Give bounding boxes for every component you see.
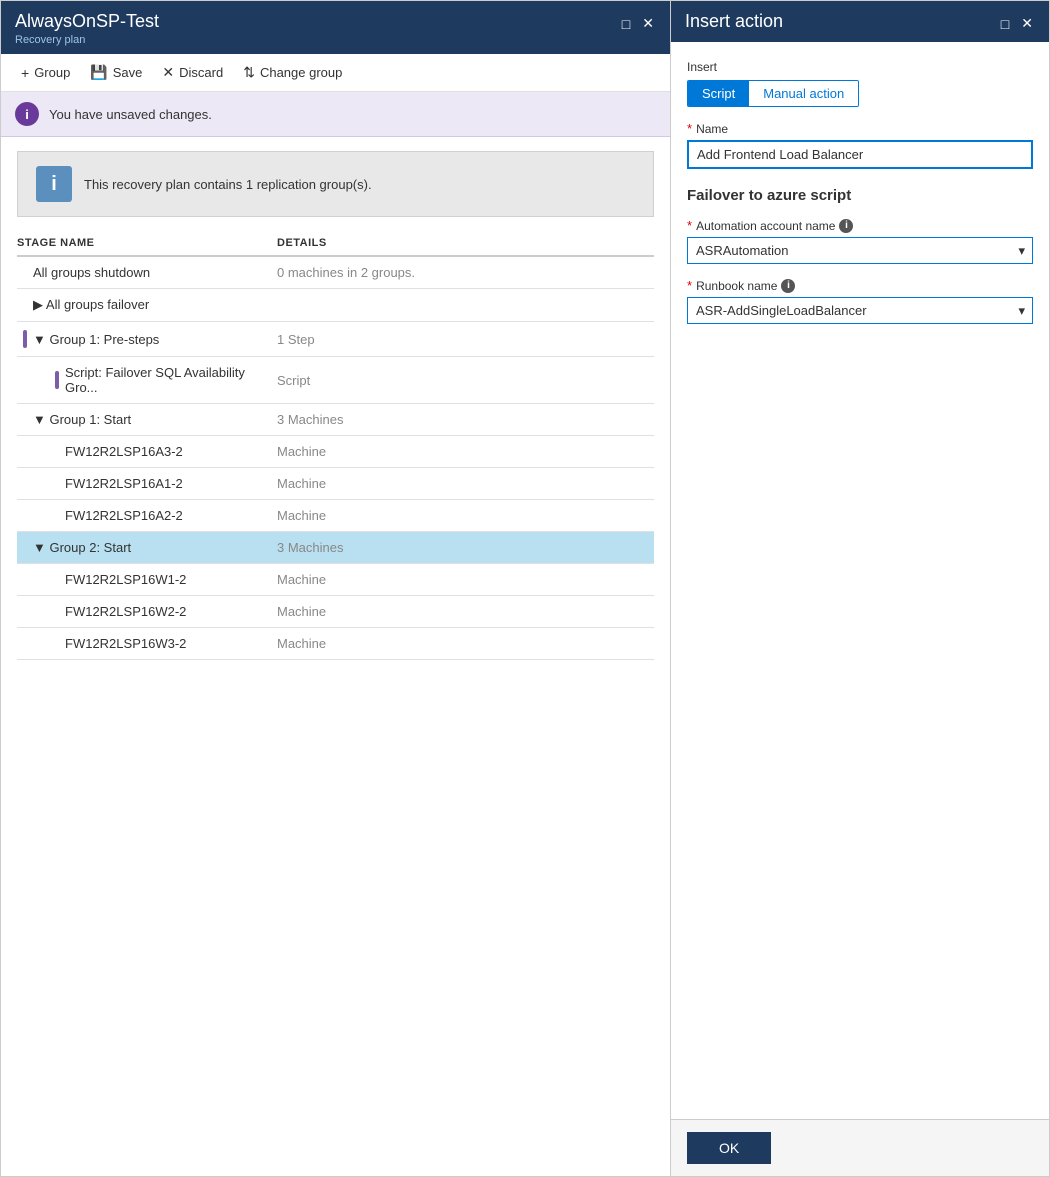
info-box: i This recovery plan contains 1 replicat… [17, 151, 654, 217]
automation-account-select-wrapper: ASRAutomation [687, 237, 1033, 264]
insert-label: Insert [687, 60, 1033, 74]
table-row[interactable]: Script: Failover SQL Availability Gro...… [17, 357, 654, 404]
right-footer: OK [671, 1119, 1049, 1176]
automation-account-label: * Automation account name i [687, 218, 1033, 233]
table-rows: All groups shutdown0 machines in 2 group… [17, 257, 654, 660]
name-field-group: * Name [687, 121, 1033, 169]
row-stage-cell: FW12R2LSP16W1-2 [17, 572, 277, 587]
row-stage-cell: FW12R2LSP16A3-2 [17, 444, 277, 459]
left-header: AlwaysOnSP-Test Recovery plan □ ✕ [1, 1, 670, 54]
row-details-cell: 3 Machines [277, 540, 654, 555]
runbook-info-icon: i [781, 279, 795, 293]
close-button[interactable]: ✕ [640, 13, 656, 34]
row-stage-cell: ▼ Group 2: Start [17, 540, 277, 555]
row-details-cell: Script [277, 373, 654, 388]
table-row[interactable]: ▶ All groups failover [17, 289, 654, 322]
row-details-cell: 3 Machines [277, 412, 654, 427]
right-panel: Insert action □ ✕ Insert Script Manual a… [671, 1, 1049, 1176]
row-details-cell: 0 machines in 2 groups. [277, 265, 654, 280]
runbook-select[interactable]: ASR-AddSingleLoadBalancer [687, 297, 1033, 324]
ok-button[interactable]: OK [687, 1132, 771, 1164]
right-minimize-button[interactable]: □ [999, 14, 1011, 34]
table-row[interactable]: ▼ Group 1: Start3 Machines [17, 404, 654, 436]
runbook-required-star: * [687, 278, 692, 293]
left-header-controls: □ ✕ [620, 13, 656, 34]
change-group-icon: ⇅ [243, 64, 255, 81]
right-content: Insert Script Manual action * Name Failo… [671, 42, 1049, 1119]
table-header: STAGE NAME DETAILS [17, 231, 654, 257]
row-stage-cell: ▼ Group 1: Start [17, 412, 277, 427]
name-input[interactable] [687, 140, 1033, 169]
right-header-controls: □ ✕ [999, 13, 1035, 34]
row-details-cell: Machine [277, 636, 654, 651]
app-subtitle: Recovery plan [15, 34, 159, 46]
discard-button[interactable]: ✕ Discard [152, 60, 233, 85]
col-stage-header: STAGE NAME [17, 237, 277, 249]
table-row[interactable]: FW12R2LSP16A3-2Machine [17, 436, 654, 468]
info-box-icon: i [36, 166, 72, 202]
automation-required-star: * [687, 218, 692, 233]
left-panel: AlwaysOnSP-Test Recovery plan □ ✕ + Grou… [1, 1, 671, 1176]
runbook-select-wrapper: ASR-AddSingleLoadBalancer [687, 297, 1033, 324]
table-row[interactable]: FW12R2LSP16W1-2Machine [17, 564, 654, 596]
discard-icon: ✕ [162, 64, 174, 81]
row-details-cell: Machine [277, 604, 654, 619]
row-details-cell: 1 Step [277, 332, 654, 347]
automation-account-field-group: * Automation account name i ASRAutomatio… [687, 218, 1033, 264]
row-stage-cell: ▶ All groups failover [17, 297, 277, 313]
group-button[interactable]: + Group [11, 61, 80, 85]
toolbar: + Group 💾 Save ✕ Discard ⇅ Change group [1, 54, 670, 92]
script-tab[interactable]: Script [688, 81, 749, 106]
script-bar-icon [55, 371, 59, 389]
row-details-cell: Machine [277, 476, 654, 491]
runbook-field-group: * Runbook name i ASR-AddSingleLoadBalanc… [687, 278, 1033, 324]
table-row[interactable]: ▼ Group 2: Start3 Machines [17, 532, 654, 564]
group-bar-icon [23, 330, 27, 348]
change-group-button[interactable]: ⇅ Change group [233, 60, 352, 85]
info-box-text: This recovery plan contains 1 replicatio… [84, 177, 372, 192]
table-row[interactable]: FW12R2LSP16A2-2Machine [17, 500, 654, 532]
manual-action-tab[interactable]: Manual action [749, 81, 858, 106]
row-stage-cell: Script: Failover SQL Availability Gro... [17, 365, 277, 395]
name-required-star: * [687, 121, 692, 136]
table-row[interactable]: ▼ Group 1: Pre-steps1 Step [17, 322, 654, 357]
row-details-cell: Machine [277, 508, 654, 523]
save-button[interactable]: 💾 Save [80, 60, 152, 85]
table-row[interactable]: FW12R2LSP16A1-2Machine [17, 468, 654, 500]
app-title: AlwaysOnSP-Test [15, 11, 159, 32]
table-container: STAGE NAME DETAILS All groups shutdown0 … [1, 231, 670, 660]
row-stage-cell: ▼ Group 1: Pre-steps [17, 330, 277, 348]
automation-info-icon: i [839, 219, 853, 233]
row-stage-cell: FW12R2LSP16A1-2 [17, 476, 277, 491]
table-row[interactable]: FW12R2LSP16W3-2Machine [17, 628, 654, 660]
save-icon: 💾 [90, 64, 107, 81]
right-close-button[interactable]: ✕ [1019, 13, 1035, 34]
row-stage-cell: All groups shutdown [17, 265, 277, 280]
col-details-header: DETAILS [277, 237, 654, 249]
alert-text: You have unsaved changes. [49, 107, 212, 122]
runbook-label: * Runbook name i [687, 278, 1033, 293]
plus-icon: + [21, 65, 29, 81]
minimize-button[interactable]: □ [620, 14, 632, 34]
left-header-info: AlwaysOnSP-Test Recovery plan [15, 11, 159, 46]
row-stage-cell: FW12R2LSP16A2-2 [17, 508, 277, 523]
name-label: * Name [687, 121, 1033, 136]
row-details-cell: Machine [277, 572, 654, 587]
right-panel-title: Insert action [685, 11, 783, 32]
table-row[interactable]: FW12R2LSP16W2-2Machine [17, 596, 654, 628]
automation-account-select[interactable]: ASRAutomation [687, 237, 1033, 264]
row-stage-cell: FW12R2LSP16W2-2 [17, 604, 277, 619]
right-header: Insert action □ ✕ [671, 1, 1049, 42]
table-row[interactable]: All groups shutdown0 machines in 2 group… [17, 257, 654, 289]
insert-section: Insert Script Manual action [687, 60, 1033, 107]
failover-title: Failover to azure script [687, 187, 1033, 204]
alert-bar: i You have unsaved changes. [1, 92, 670, 137]
row-stage-cell: FW12R2LSP16W3-2 [17, 636, 277, 651]
row-details-cell: Machine [277, 444, 654, 459]
alert-icon: i [15, 102, 39, 126]
insert-toggle-group: Script Manual action [687, 80, 859, 107]
